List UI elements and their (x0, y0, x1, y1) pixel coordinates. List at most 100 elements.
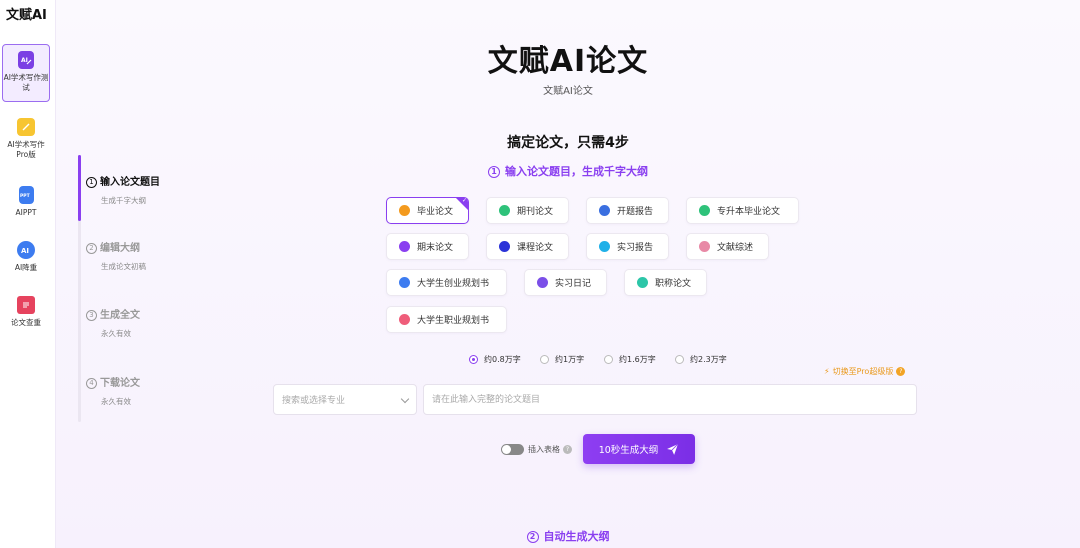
journal-icon (499, 205, 510, 216)
ai-pen-icon: AI (18, 51, 34, 69)
page-title: 文赋AI论文 (487, 44, 649, 79)
svg-text:AI: AI (21, 247, 29, 255)
lightning-icon: ⚡ (824, 367, 830, 376)
word-count-1w[interactable]: 约1万字 (540, 354, 584, 365)
paper-type-proposal[interactable]: 开题报告 (586, 197, 669, 224)
final-exam-icon (399, 241, 410, 252)
step-desc: 生成千字大纲 (101, 196, 146, 205)
page-subtitle: 文赋AI论文 (543, 86, 593, 97)
chip-label: 文献综述 (717, 243, 754, 253)
radio-label: 约1万字 (555, 355, 585, 364)
paper-title-input[interactable] (423, 384, 917, 415)
pro-link-label: 切换至Pro超级版 (832, 367, 894, 376)
step-number: 4 (86, 378, 97, 389)
professional-icon (637, 277, 648, 288)
word-count-2-3w[interactable]: 约2.3万字 (675, 354, 727, 365)
radio-circle (540, 355, 549, 364)
switch-pro-link[interactable]: ⚡ 切换至Pro超级版 ? (824, 366, 906, 377)
step-item-2[interactable]: 2 编辑大纲 生成论文初稿 (86, 239, 146, 272)
generate-label: 10秒生成大纲 (598, 445, 659, 456)
sidebar-item-label: 论文查重 (11, 318, 41, 327)
check-icon: ✓ (461, 197, 467, 204)
chip-label: 大学生职业规划书 (417, 316, 490, 326)
step-number: 3 (86, 310, 97, 321)
document-check-icon (17, 296, 35, 314)
steps-headline: 搞定论文，只需4步 (507, 135, 629, 151)
insert-table-label-wrap: 插入表格 ? (528, 444, 572, 455)
sidebar-item-label: AI降重 (14, 263, 38, 272)
course-icon (499, 241, 510, 252)
step-1-heading: 1 输入论文题目，生成千字大纲 (56, 163, 1080, 179)
sidebar-item-ai-writing-test[interactable]: AI AI学术写作测试 (2, 44, 50, 102)
step-desc: 永久有效 (101, 329, 131, 338)
step-1-heading-label: 输入论文题目，生成千字大纲 (505, 165, 648, 178)
word-count-1-6w[interactable]: 约1.6万字 (604, 354, 656, 365)
radio-label: 约2.3万字 (690, 355, 727, 364)
step-2-heading: 2 自动生成大纲 (56, 528, 1080, 544)
report-icon (599, 241, 610, 252)
chip-label: 课程论文 (517, 243, 554, 253)
diary-icon (537, 277, 548, 288)
svg-text:PPT: PPT (20, 193, 31, 199)
chip-label: 职称论文 (655, 279, 692, 289)
paper-type-course[interactable]: 课程论文 (486, 233, 569, 260)
chip-label: 实习报告 (617, 243, 654, 253)
generate-outline-button[interactable]: 10秒生成大纲 (583, 434, 695, 464)
major-select-placeholder: 搜索或选择专业 (282, 396, 346, 406)
major-select[interactable]: 搜索或选择专业 (273, 384, 417, 415)
sidebar-item-label: AIPPT (15, 208, 37, 217)
sidebar-item-ai-rewrite[interactable]: AI AI降重 (2, 235, 50, 276)
paper-type-internship-report[interactable]: 实习报告 (586, 233, 669, 260)
sidebar-item-aippt[interactable]: PPT AIPPT (2, 180, 50, 221)
step-number-badge: 1 (488, 166, 500, 178)
step-title: 编辑大纲 (100, 243, 140, 254)
career-icon (399, 314, 410, 325)
chip-label: 期刊论文 (517, 207, 554, 217)
proposal-icon (599, 205, 610, 216)
chip-label: 期末论文 (417, 243, 454, 253)
paper-type-professional-title[interactable]: 职称论文 (624, 269, 707, 296)
sidebar-item-plagiarism-check[interactable]: 论文查重 (2, 290, 50, 331)
paper-type-upgrade-graduation[interactable]: 专升本毕业论文 (686, 197, 799, 224)
paper-type-literature-review[interactable]: 文献综述 (686, 233, 769, 260)
chip-label: 实习日记 (555, 279, 592, 289)
step-desc: 生成论文初稿 (101, 262, 146, 271)
step-number-badge: 2 (526, 531, 539, 543)
step-2-heading-label: 自动生成大纲 (543, 530, 610, 543)
step-item-1[interactable]: 1 输入论文题目 生成千字大纲 (86, 173, 160, 206)
ai-badge-icon: AI (17, 241, 35, 259)
insert-table-label: 插入表格 (528, 445, 560, 454)
help-icon[interactable]: ? (896, 367, 906, 376)
chip-label: 开题报告 (617, 207, 654, 217)
paper-type-graduation[interactable]: 毕业论文 ✓ (386, 197, 469, 224)
svg-text:AI: AI (21, 57, 28, 64)
paper-type-career-plan[interactable]: 大学生职业规划书 (386, 306, 507, 333)
paper-type-final[interactable]: 期末论文 (386, 233, 469, 260)
radio-circle (675, 355, 684, 364)
step-desc: 永久有效 (101, 397, 131, 406)
insert-table-toggle[interactable] (501, 444, 524, 455)
startup-icon (399, 277, 410, 288)
chevron-down-icon (400, 394, 410, 404)
sidebar: 文赋AI AI AI学术写作测试 AI学术写作Pro版 PPT AIPPT AI… (0, 0, 56, 548)
main-content: 文赋AI论文 文赋AI论文 搞定论文，只需4步 1 输入论文题目，生成千字大纲 1… (56, 0, 1080, 548)
app-logo: 文赋AI (6, 8, 47, 23)
paper-type-startup-plan[interactable]: 大学生创业规划书 (386, 269, 507, 296)
step-title: 下载论文 (100, 378, 140, 389)
notepad-icon (17, 118, 35, 136)
paper-type-journal[interactable]: 期刊论文 (486, 197, 569, 224)
step-item-4[interactable]: 4 下载论文 永久有效 (86, 374, 140, 407)
word-count-0-8w[interactable]: 约0.8万字 (469, 354, 521, 365)
paper-type-internship-diary[interactable]: 实习日记 (524, 269, 607, 296)
sidebar-item-label: AI学术写作测试 (3, 73, 49, 92)
step-title: 输入论文题目 (100, 177, 160, 188)
sidebar-item-ai-writing-pro[interactable]: AI学术写作Pro版 (2, 112, 50, 163)
radio-label: 约1.6万字 (619, 355, 656, 364)
step-item-3[interactable]: 3 生成全文 永久有效 (86, 306, 140, 339)
paper-plane-icon (667, 443, 679, 455)
chip-label: 毕业论文 (417, 207, 454, 217)
help-icon[interactable]: ? (563, 445, 572, 454)
chip-label: 大学生创业规划书 (417, 279, 490, 289)
radio-circle (604, 355, 613, 364)
step-title: 生成全文 (100, 310, 140, 321)
